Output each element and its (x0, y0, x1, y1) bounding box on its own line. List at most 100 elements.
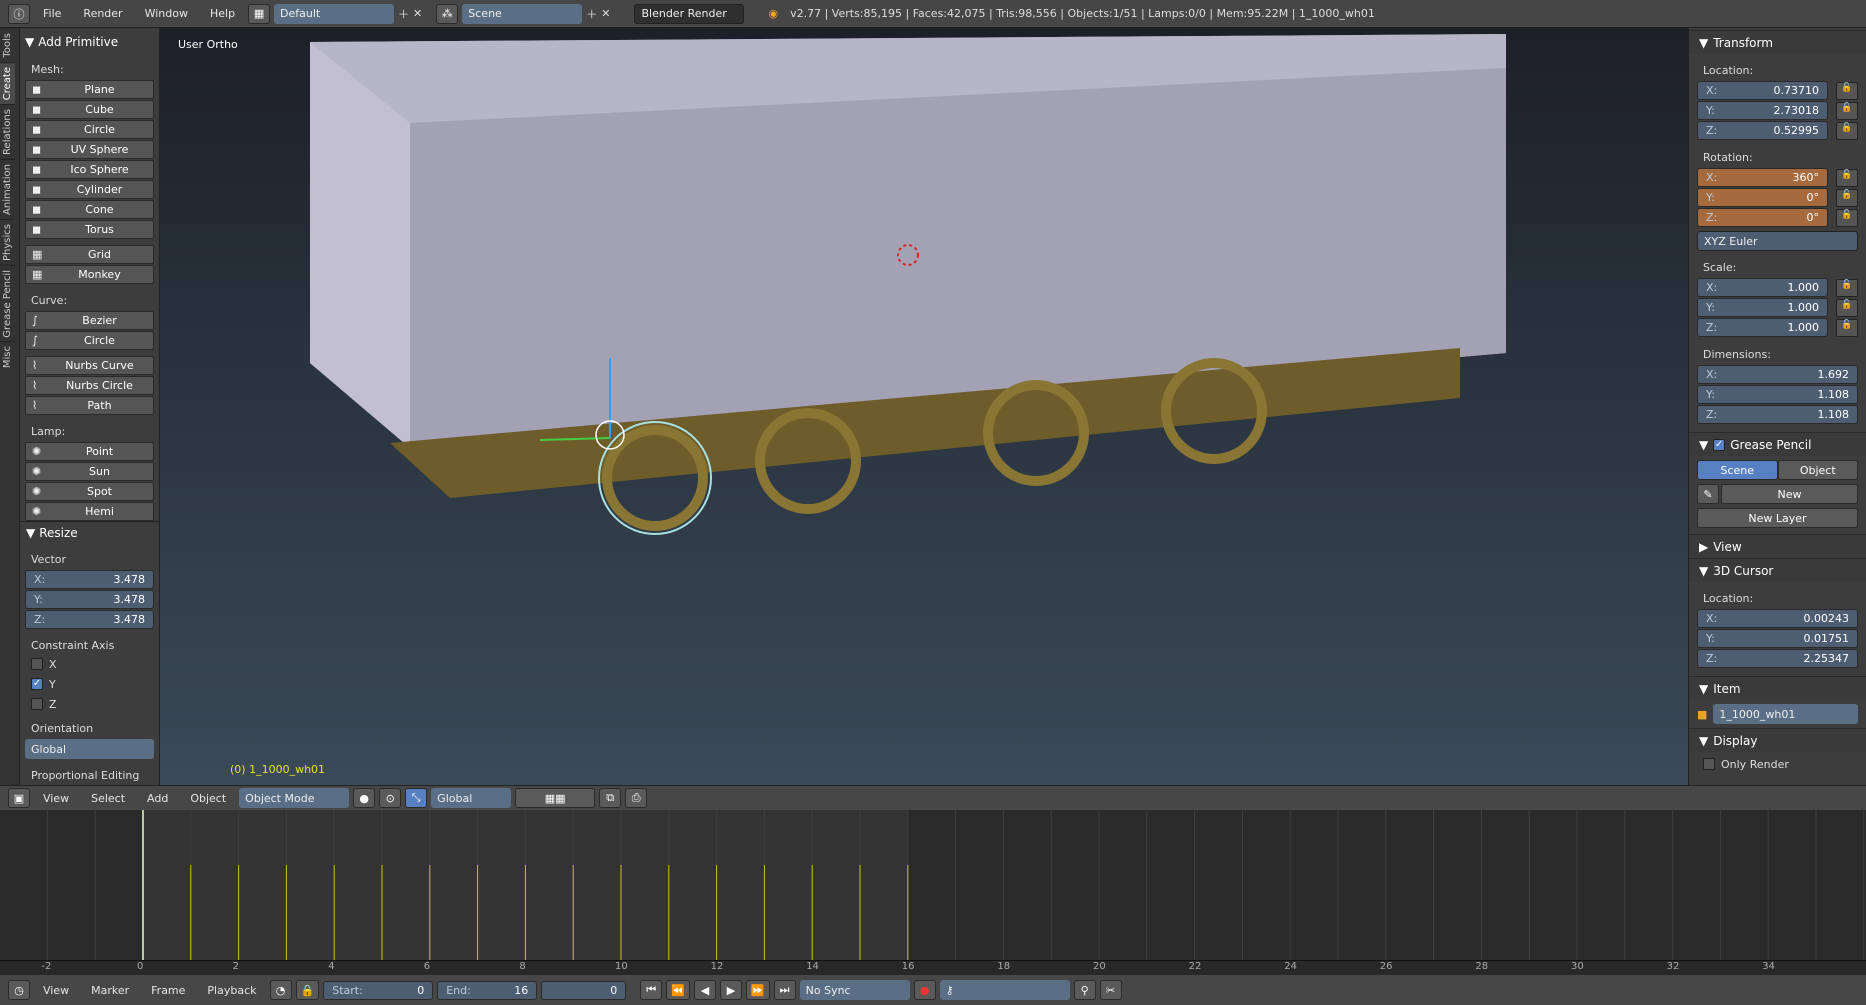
menu-playback[interactable]: Playback (198, 984, 265, 997)
rot-x-field[interactable]: X: 360° (1697, 168, 1828, 187)
add-circle-button[interactable]: ∫ Circle (25, 331, 154, 350)
axis-y-checkbox[interactable]: ✓ (31, 678, 43, 690)
view-header[interactable]: ▶ View (1689, 534, 1866, 558)
add-cone-button[interactable]: ◼ Cone (25, 200, 154, 219)
menu-view[interactable]: View (34, 792, 78, 805)
jump-start-icon[interactable]: ⏮ (640, 980, 663, 1000)
add-nurbs-circle-button[interactable]: ⌇ Nurbs Circle (25, 376, 154, 395)
frame-ruler[interactable]: -2 0 2 4 6 8 10 12 14 16 18 20 22 24 26 28 30 32 34 (0, 960, 1866, 975)
pivot-icon[interactable]: ⊙ (379, 788, 402, 808)
scene-icon[interactable]: ⁂ (436, 3, 459, 24)
menu-render[interactable]: Render (74, 7, 131, 20)
end-frame-field[interactable]: End: 16 (437, 980, 538, 1000)
menu-help[interactable]: Help (201, 7, 244, 20)
lock-icon[interactable]: 🔓 (1836, 299, 1858, 317)
add-plane-button[interactable]: ◼ Plane (25, 80, 154, 99)
timeline-editor-icon[interactable]: ◷ (8, 980, 30, 1000)
object-name-field[interactable]: 1_1000_wh01 (1713, 704, 1858, 724)
add-spot-button[interactable]: ✺ Spot (25, 482, 154, 501)
tab-misc[interactable]: Misc (0, 341, 15, 373)
lock-icon[interactable]: 🔓 (1836, 122, 1858, 140)
rotation-mode-select[interactable]: XYZ Euler (1697, 231, 1858, 251)
menu-frame[interactable]: Frame (142, 984, 194, 997)
insert-key-icon[interactable]: ⚲ (1073, 980, 1096, 1000)
tab-tools[interactable]: Tools (0, 28, 15, 62)
cur-y-field[interactable]: Y: 0.01751 (1697, 629, 1858, 648)
add-monkey-button[interactable]: ▦ Monkey (25, 265, 154, 284)
add-nurbs-curve-button[interactable]: ⌇ Nurbs Curve (25, 356, 154, 375)
only-render-checkbox[interactable] (1703, 758, 1715, 770)
resize-header[interactable]: ▼ Resize (20, 521, 159, 543)
tab-grease-pencil[interactable]: Grease Pencil (0, 264, 15, 342)
add-path-button[interactable]: ⌇ Path (25, 396, 154, 415)
delete-key-icon[interactable]: ✂ (1099, 980, 1122, 1000)
add-circle-button[interactable]: ◼ Circle (25, 120, 154, 139)
loc-z-field[interactable]: Z: 0.52995 (1697, 121, 1828, 140)
add-cube-button[interactable]: ◼ Cube (25, 100, 154, 119)
cur-x-field[interactable]: X: 0.00243 (1697, 609, 1858, 628)
render-engine-select[interactable]: Blender Render (634, 3, 745, 24)
add-cylinder-button[interactable]: ◼ Cylinder (25, 180, 154, 199)
orientation-select[interactable]: Global (25, 739, 154, 759)
scl-x-field[interactable]: X: 1.000 (1697, 278, 1828, 297)
tab-physics[interactable]: Physics (0, 218, 15, 265)
mode-select[interactable]: Object Mode (239, 788, 350, 808)
pencil-icon[interactable]: ✎ (1697, 484, 1719, 504)
gp-scene-button[interactable]: Scene (1697, 460, 1778, 480)
snap-icon[interactable]: ⧉ (599, 788, 622, 808)
new-layer-button[interactable]: New Layer (1697, 508, 1858, 528)
keying-set-field[interactable]: ⚷ (939, 980, 1070, 1000)
menu-marker[interactable]: Marker (82, 984, 138, 997)
record-icon[interactable]: ● (913, 980, 936, 1000)
add-point-button[interactable]: ✺ Point (25, 442, 154, 461)
add-ico-sphere-button[interactable]: ◼ Ico Sphere (25, 160, 154, 179)
tab-create[interactable]: Create (0, 61, 15, 104)
lock-icon[interactable]: 🔓 (1836, 82, 1858, 100)
render-icon[interactable]: ⎙ (625, 788, 648, 808)
vector-z-field[interactable]: Z: 3.478 (25, 610, 154, 629)
dim-x-field[interactable]: X: 1.692 (1697, 365, 1858, 384)
sync-select[interactable]: No Sync (799, 980, 910, 1000)
layout-selector[interactable]: Default (274, 3, 395, 24)
add-primitive-header[interactable]: ▼ Add Primitive (25, 31, 154, 53)
gp-object-button[interactable]: Object (1777, 460, 1858, 480)
vector-y-field[interactable]: Y: 3.478 (25, 590, 154, 609)
preview-range-icon[interactable]: ◔ (269, 980, 292, 1000)
lock-icon[interactable]: 🔓 (1836, 209, 1858, 227)
item-header[interactable]: ▼ Item (1689, 676, 1866, 700)
loc-x-field[interactable]: X: 0.73710 (1697, 81, 1828, 100)
menu-file[interactable]: File (34, 7, 70, 20)
layers-icon[interactable]: ▦▦ (515, 788, 596, 808)
grease-pencil-header[interactable]: ▼ ✓ Grease Pencil (1689, 432, 1866, 456)
play-icon[interactable]: ▶ (719, 980, 742, 1000)
transform-orientation-select[interactable]: Global (431, 788, 512, 808)
cur-z-field[interactable]: Z: 2.25347 (1697, 649, 1858, 668)
lock-icon[interactable]: 🔓 (1836, 279, 1858, 297)
gp-new-button[interactable]: New (1721, 484, 1858, 504)
layout-icon[interactable]: ▦ (248, 3, 271, 24)
scl-y-field[interactable]: Y: 1.000 (1697, 298, 1828, 317)
lock-icon[interactable]: 🔓 (1836, 102, 1858, 120)
add-layout-icon[interactable]: ＋ (398, 6, 409, 22)
jump-end-icon[interactable]: ⏭ (773, 980, 796, 1000)
lock-icon[interactable]: 🔒 (295, 980, 320, 1000)
add-scene-icon[interactable]: ＋ (586, 6, 597, 22)
lock-icon[interactable]: 🔓 (1836, 189, 1858, 207)
add-uv-sphere-button[interactable]: ◼ UV Sphere (25, 140, 154, 159)
shading-icon[interactable]: ● (353, 788, 376, 808)
3d-viewport[interactable]: User Ortho (0) 1_1000_wh01 (160, 28, 1688, 785)
add-sun-button[interactable]: ✺ Sun (25, 462, 154, 481)
tab-relations[interactable]: Relations (0, 103, 15, 159)
grease-pencil-checkbox[interactable]: ✓ (1713, 438, 1726, 451)
menu-window[interactable]: Window (136, 7, 197, 20)
rot-z-field[interactable]: Z: 0° (1697, 208, 1828, 227)
transform-header[interactable]: ▼ Transform (1689, 30, 1866, 54)
menu-add[interactable]: Add (138, 792, 177, 805)
tab-animation[interactable]: Animation (0, 158, 15, 219)
prev-key-icon[interactable]: ⏪ (666, 980, 690, 1000)
display-header[interactable]: ▼ Display (1689, 728, 1866, 752)
add-hemi-button[interactable]: ✺ Hemi (25, 502, 154, 521)
menu-object[interactable]: Object (181, 792, 235, 805)
play-reverse-icon[interactable]: ◀ (693, 980, 716, 1000)
editor-type-icon[interactable]: ▣ (8, 788, 30, 808)
